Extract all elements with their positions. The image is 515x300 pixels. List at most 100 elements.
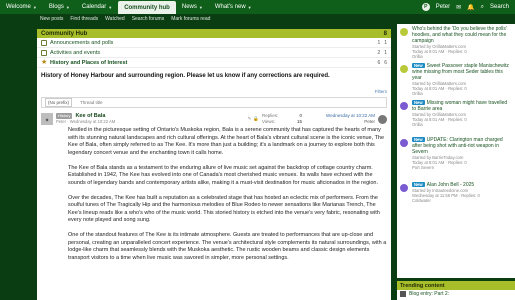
filters-button[interactable]: Filters: [37, 89, 391, 94]
forum-icon: [41, 49, 47, 56]
search-icon[interactable]: ⌕: [481, 4, 484, 11]
subnav-new-posts[interactable]: New posts: [40, 16, 63, 22]
nav-tab-welcome[interactable]: Welcome ▼: [0, 0, 43, 14]
feed-forum[interactable]: Orillia: [412, 122, 512, 127]
last-post-user[interactable]: Peter: [305, 119, 375, 125]
feed-item[interactable]: New Alan John Bell - 2025 Started by InSa…: [397, 180, 515, 217]
feed-forum[interactable]: Orillia: [412, 91, 512, 96]
paragraph: One of the standout features of The Kee …: [68, 232, 387, 261]
block-count: 8: [383, 30, 387, 37]
paragraph: The Kee of Bala stands as a testament to…: [68, 164, 378, 186]
chevron-down-icon: ▼: [198, 4, 203, 10]
node-announcements[interactable]: Announcements and polls 11: [37, 38, 391, 48]
sidebar: Who's behind the 'Do you believe the pol…: [397, 24, 515, 300]
node-stat: 1: [384, 39, 387, 46]
thread-stats: Replies: 0 Views: 15: [262, 113, 302, 125]
trending-item-label[interactable]: Blog entry: Part 2:: [409, 291, 449, 297]
thread-meta: Peter · Wednesday at 10:22 AM: [56, 119, 116, 124]
new-badge: New: [412, 182, 425, 187]
feed-item[interactable]: New UPDATE: Clarington man charged after …: [397, 135, 515, 180]
user-area: P Peter ✉ 🔔 ⌕ Search: [421, 0, 515, 14]
node-stat: 6: [377, 59, 381, 66]
bell-icon[interactable]: 🔔: [467, 4, 474, 11]
alerts-icon[interactable]: ✉: [456, 4, 461, 11]
nav-tab-label: Calendar: [81, 4, 107, 10]
node-label[interactable]: Announcements and polls: [50, 40, 113, 46]
node-history[interactable]: ★ History and Places of Interest 66: [37, 58, 391, 68]
main-content: Community Hub 8 Announcements and polls …: [37, 29, 391, 300]
search-link[interactable]: Search: [490, 4, 509, 10]
node-stat: 2: [377, 49, 381, 56]
new-badge: New: [412, 100, 425, 105]
node-stats: 66: [377, 60, 387, 66]
subnav-mark-read[interactable]: Mark forums read: [171, 16, 210, 22]
nav-tab-label: News: [181, 4, 197, 10]
news-feed: Who's behind the 'Do you believe the pol…: [397, 24, 515, 278]
node-stat: 1: [384, 49, 387, 56]
nav-tab-whats-new[interactable]: What's new ▼: [209, 0, 258, 14]
feed-item[interactable]: New Missing woman might have travelled to…: [397, 98, 515, 135]
nav-tab-community-hub[interactable]: Community hub: [118, 1, 176, 14]
feed-avatar[interactable]: [400, 102, 408, 110]
views-count: 15: [296, 119, 302, 124]
forum-icon: [41, 39, 47, 46]
paragraph: Nestled in the picturesque setting of On…: [68, 127, 385, 156]
edit-icon[interactable]: ✎: [248, 116, 252, 122]
username[interactable]: Peter: [436, 4, 450, 10]
trending-block: Trending content Blog entry: Part 2:: [397, 281, 515, 300]
node-stats: 21: [377, 50, 387, 56]
node-stat: 6: [384, 59, 387, 66]
feed-title[interactable]: Missing woman might have travelled to Ba…: [412, 100, 507, 112]
lock-icon: 🔒: [253, 116, 259, 121]
node-activities[interactable]: Activities and events 21: [37, 48, 391, 58]
subnav-search-forums[interactable]: Search forums: [132, 16, 165, 22]
thread-icons: ✎ 🔒: [248, 116, 259, 122]
nav-tab-news[interactable]: News ▼: [176, 0, 209, 14]
thread-info: History Kee of Bala Peter · Wednesday at …: [56, 113, 245, 125]
thread-preview: Nestled in the picturesque setting of On…: [37, 126, 391, 262]
prefix-select[interactable]: (No prefix): [45, 98, 73, 107]
nav-tab-blogs[interactable]: Blogs ▼: [43, 0, 76, 14]
feed-title[interactable]: UPDATE: Clarington man charged after bei…: [412, 137, 503, 155]
trending-title: Trending content: [397, 281, 515, 290]
new-badge: New: [412, 137, 425, 142]
nav-tab-label: What's new: [214, 4, 246, 10]
last-post: Wednesday at 10:22 AM Peter: [305, 113, 375, 125]
feed-forum[interactable]: Coldwater: [412, 198, 480, 203]
trending-item[interactable]: Blog entry: Part 2:: [397, 290, 515, 298]
feed-title[interactable]: Who's behind the 'Do you believe the pol…: [412, 26, 507, 44]
feed-avatar[interactable]: [400, 184, 408, 192]
feed-item[interactable]: Who's behind the 'Do you believe the pol…: [397, 24, 515, 61]
new-badge: New: [412, 63, 425, 68]
quick-thread-row: (No prefix) Thread title: [41, 97, 387, 108]
feed-avatar[interactable]: [400, 139, 408, 147]
node-stat: 1: [377, 39, 381, 46]
feed-item[interactable]: New Sweet Passover staple Manischewitz wi…: [397, 61, 515, 98]
sub-nav: New posts Find threads Watched Search fo…: [0, 14, 515, 24]
subnav-find-threads[interactable]: Find threads: [70, 16, 98, 22]
thread-row[interactable]: ◆ History Kee of Bala Peter · Wednesday a…: [41, 112, 387, 126]
subnav-watched[interactable]: Watched: [105, 16, 125, 22]
chevron-down-icon: ▼: [108, 4, 113, 10]
node-label[interactable]: History and Places of Interest: [50, 60, 127, 66]
forum-description: History of Honey Harbour and surrounding…: [41, 73, 330, 79]
feed-forum[interactable]: Port Severn: [412, 165, 512, 170]
node-label[interactable]: Activities and events: [50, 50, 100, 56]
nav-tab-label: Community hub: [124, 4, 170, 11]
nav-tab-calendar[interactable]: Calendar ▼: [76, 0, 118, 14]
nav-tab-label: Blogs: [48, 4, 64, 10]
views-label: Views:: [262, 119, 276, 124]
last-poster-avatar[interactable]: [378, 114, 387, 124]
feed-forum[interactable]: Orillia: [412, 54, 512, 59]
feed-avatar[interactable]: [400, 65, 408, 73]
feed-avatar[interactable]: [400, 28, 408, 36]
avatar[interactable]: P: [421, 3, 430, 11]
block-title[interactable]: Community Hub: [41, 31, 87, 37]
thread-avatar[interactable]: ◆: [41, 113, 53, 125]
top-nav: Welcome ▼ Blogs ▼ Calendar ▼ Community hub …: [0, 0, 515, 14]
star-icon: ★: [41, 58, 48, 66]
thread-title-input[interactable]: Thread title: [80, 100, 103, 105]
feed-title[interactable]: Sweet Passover staple Manischewitz wine …: [412, 63, 509, 81]
nav-tab-label: Welcome: [6, 4, 31, 10]
chevron-down-icon: ▼: [247, 4, 252, 10]
